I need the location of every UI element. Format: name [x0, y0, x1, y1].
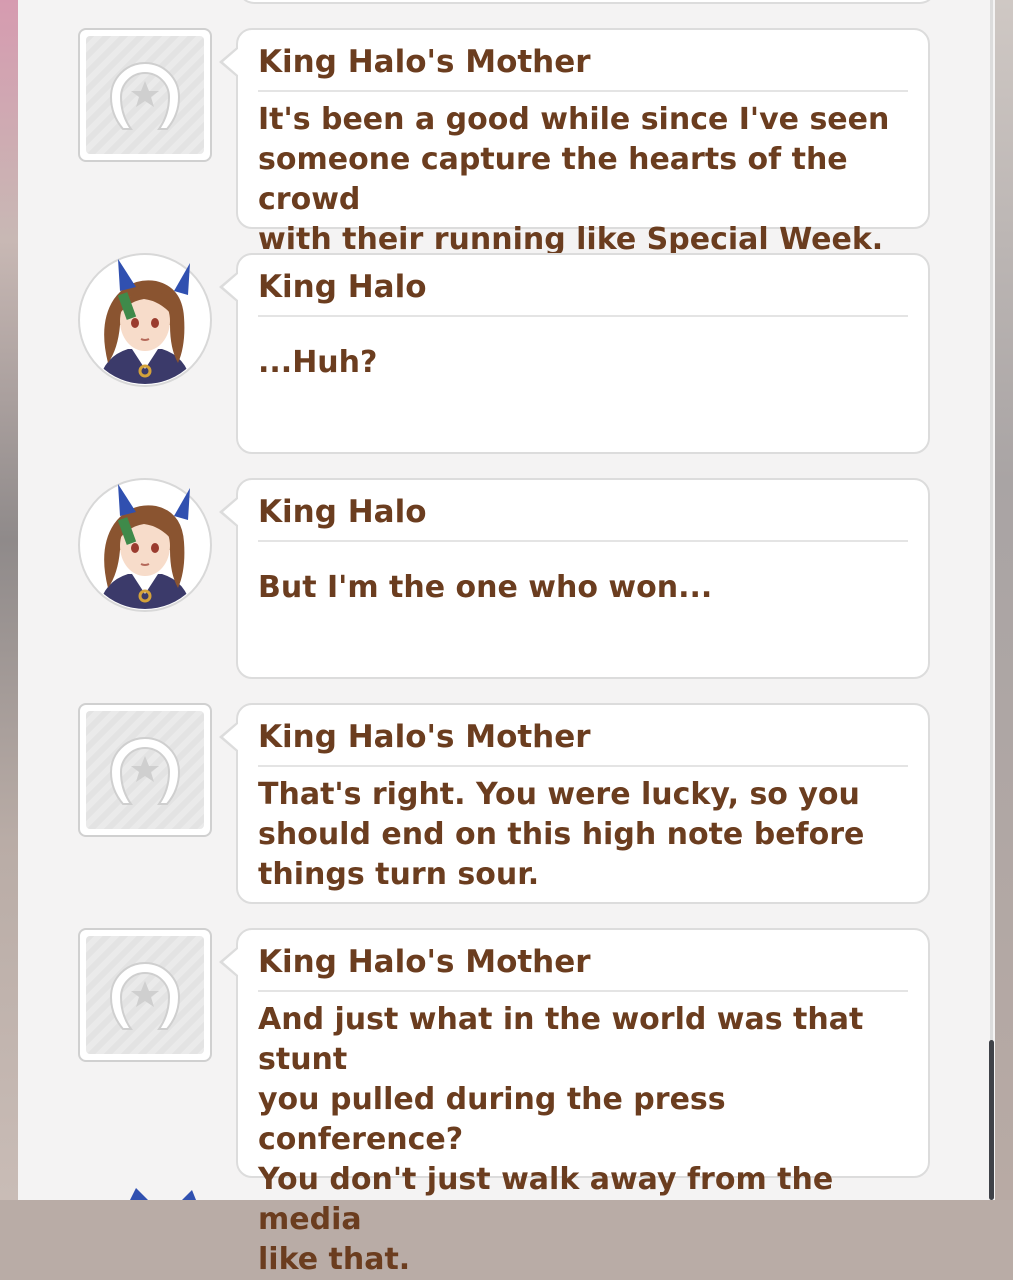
horseshoe-placeholder-icon [109, 62, 181, 130]
dialogue-bubble: King Halo's Mother That's right. You wer… [219, 703, 930, 904]
dialogue-bubble: King Halo ...Huh? [219, 253, 930, 454]
log-entry: King Halo But I'm the one who won... [78, 478, 934, 679]
dialogue-bubble: King Halo's Mother It's been a good whil… [219, 28, 930, 257]
scrollbar-thumb[interactable] [989, 1040, 994, 1200]
speaker-name: King Halo's Mother [258, 715, 908, 767]
character-avatar [78, 478, 212, 612]
dialogue-line: things turn sour. [258, 857, 540, 892]
horseshoe-placeholder-icon [109, 737, 181, 805]
dialogue-line: And just what in the world was that stun… [258, 1002, 864, 1077]
background-right [995, 0, 1013, 1200]
dialogue-line: someone capture the hearts of the crowd [258, 142, 848, 217]
king-halo-portrait [81, 481, 209, 609]
dialogue-text: That's right. You were lucky, so you sho… [258, 775, 908, 895]
speaker-name: King Halo [258, 490, 908, 542]
character-avatar [78, 253, 212, 387]
dialogue-line: That's right. You were lucky, so you [258, 777, 860, 812]
speaker-name: King Halo [258, 265, 908, 317]
scrollbar-track[interactable] [990, 0, 993, 1200]
dialogue-text: And just what in the world was that stun… [258, 1000, 908, 1280]
placeholder-avatar [78, 928, 212, 1062]
horseshoe-placeholder-icon [109, 962, 181, 1030]
king-halo-portrait [81, 256, 209, 384]
placeholder-avatar [78, 703, 212, 837]
dialogue-log-panel: King Halo's Mother It's been a good whil… [18, 0, 995, 1277]
dialogue-line: It's been a good while since I've seen [258, 102, 890, 137]
dialogue-text: ...Huh? [258, 325, 908, 405]
speaker-name: King Halo's Mother [258, 940, 908, 992]
dialogue-line: should end on this high note before [258, 817, 865, 852]
speaker-name: King Halo's Mother [258, 40, 908, 92]
dialogue-line: you pulled during the press conference? [258, 1082, 726, 1157]
dialogue-text: But I'm the one who won... [258, 550, 908, 630]
dialogue-bubble: King Halo's Mother And just what in the … [219, 928, 930, 1277]
previous-bubble-partial [238, 0, 936, 4]
dialogue-text: It's been a good while since I've seen s… [258, 100, 908, 260]
placeholder-avatar [78, 28, 212, 162]
dialogue-line: ...Huh? [258, 345, 378, 380]
dialogue-line: But I'm the one who won... [258, 570, 713, 605]
background-left [0, 0, 18, 1200]
next-avatar-ear-partial [130, 1188, 196, 1200]
log-entry: King Halo ...Huh? [78, 253, 934, 454]
dialogue-line: like that. [258, 1242, 411, 1277]
dialogue-line: You don't just walk away from the media [258, 1162, 834, 1237]
dialogue-bubble: King Halo But I'm the one who won... [219, 478, 930, 679]
